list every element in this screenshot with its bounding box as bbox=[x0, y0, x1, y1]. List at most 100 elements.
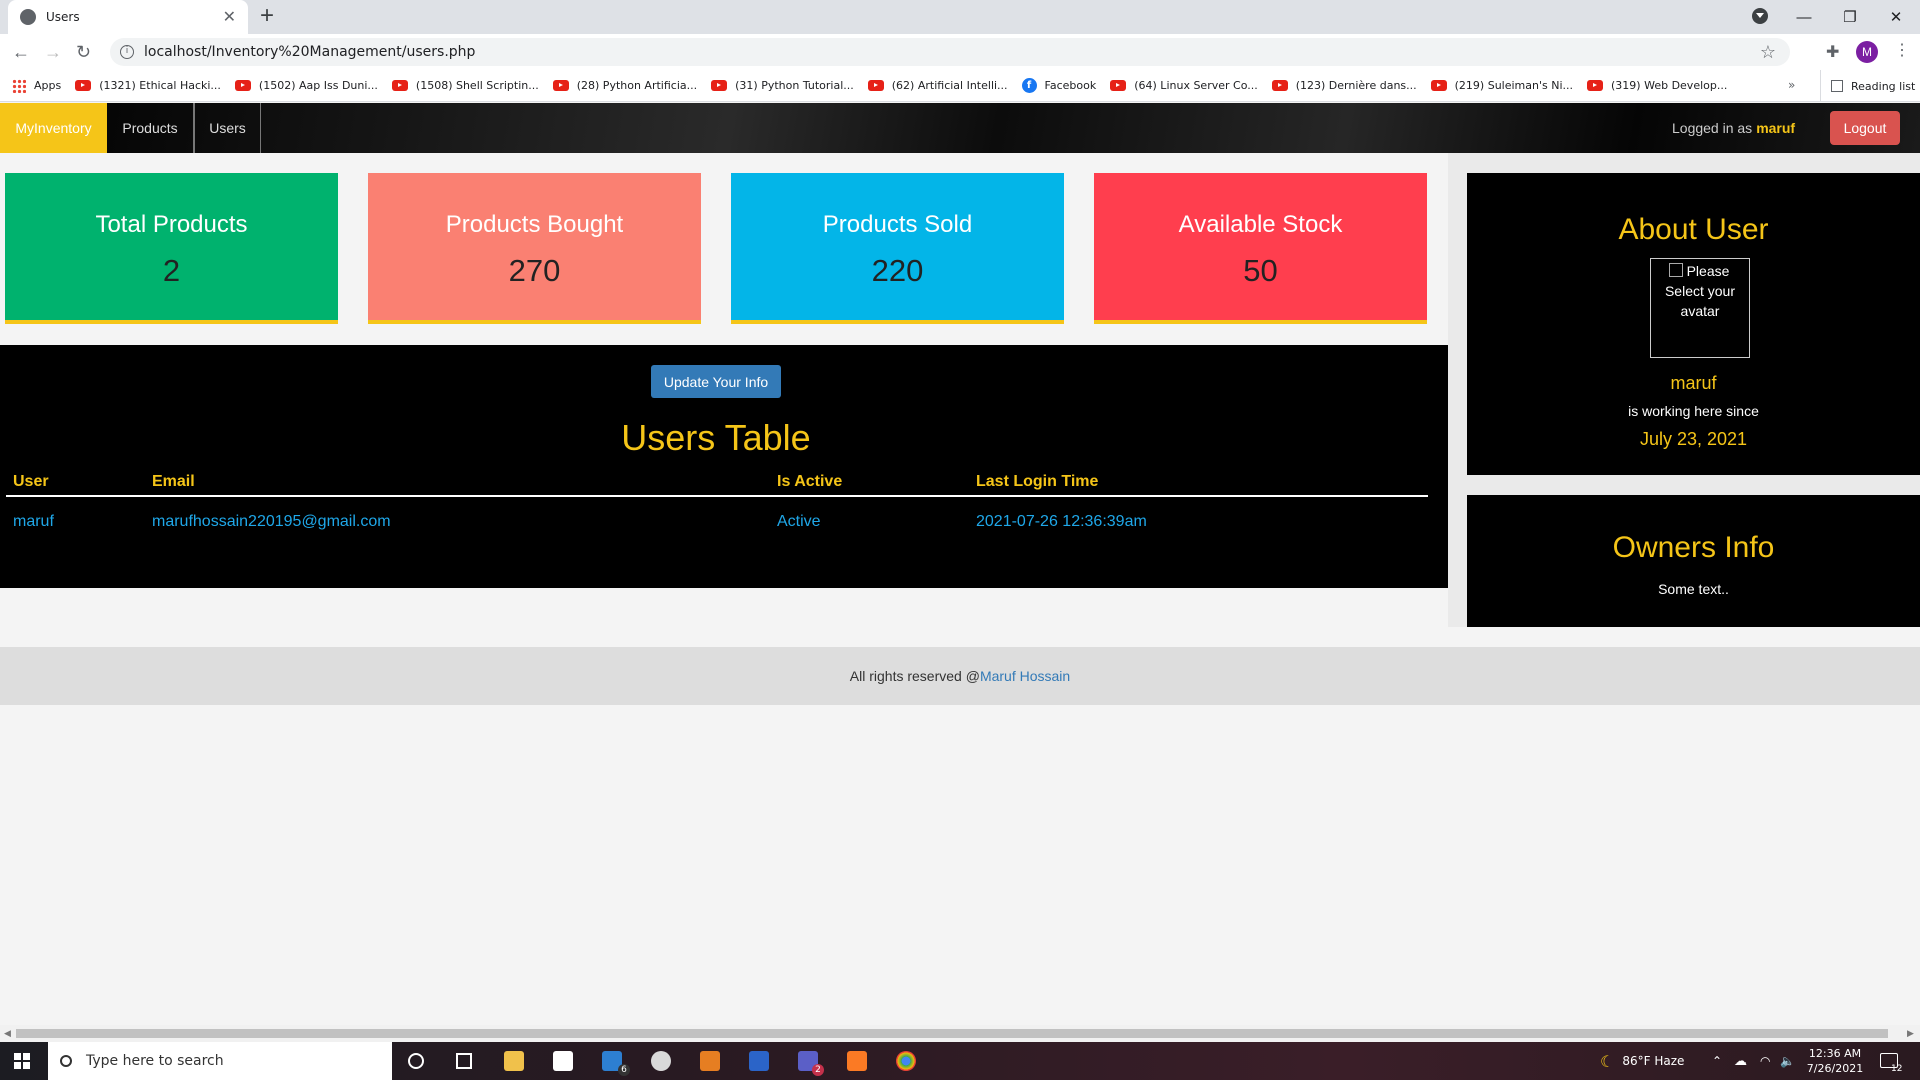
more-bookmarks-icon[interactable]: » bbox=[1788, 78, 1795, 92]
about-user-join-date: July 23, 2021 bbox=[1639, 429, 1748, 449]
avatar-image-placeholder: Please Select your avatar bbox=[1650, 258, 1750, 358]
windows-taskbar: Type here to search 6 2 ☾ 86°F Haze ⌃ ☁ … bbox=[0, 1042, 1920, 1080]
owners-info-panel: Owners Info Some text.. bbox=[1467, 495, 1920, 627]
bookmark-item[interactable]: (28) Python Artificia... bbox=[552, 79, 697, 92]
youtube-icon bbox=[867, 80, 884, 91]
youtube-icon bbox=[552, 80, 569, 91]
back-icon[interactable]: ← bbox=[12, 42, 30, 62]
footer-text: All rights reserved @ bbox=[849, 668, 980, 684]
bookmark-item[interactable]: (62) Artificial Intelli... bbox=[867, 79, 1008, 92]
column-header-user: User bbox=[13, 473, 49, 490]
taskbar-search[interactable]: Type here to search bbox=[48, 1042, 392, 1080]
file-explorer-icon[interactable] bbox=[504, 1051, 524, 1071]
scrollbar-thumb[interactable] bbox=[16, 1029, 1888, 1038]
broken-image-icon bbox=[1668, 263, 1683, 277]
nav-users-link[interactable]: Users bbox=[194, 103, 261, 153]
users-panel: Update Your Info Users Table User Email … bbox=[0, 345, 1448, 588]
scroll-right-icon[interactable]: ▶ bbox=[1907, 1028, 1914, 1039]
taskbar-clock[interactable]: 12:36 AM 7/26/2021 bbox=[1800, 1046, 1870, 1076]
store-icon[interactable] bbox=[553, 1051, 573, 1071]
url-text: localhost/Inventory%20Management/users.p… bbox=[144, 44, 476, 60]
bookmark-facebook[interactable]: f Facebook bbox=[1021, 78, 1096, 93]
cortana-icon[interactable] bbox=[408, 1053, 424, 1069]
clock-date: 7/26/2021 bbox=[1806, 1062, 1864, 1075]
xampp-icon[interactable] bbox=[847, 1051, 867, 1071]
reading-list-icon bbox=[1831, 80, 1843, 92]
bookmark-apps[interactable]: Apps bbox=[12, 78, 61, 93]
chrome-icon[interactable] bbox=[896, 1051, 916, 1071]
bookmark-item[interactable]: (1321) Ethical Hacki... bbox=[75, 79, 221, 92]
logged-in-status: Logged in as maruf bbox=[1672, 103, 1795, 153]
footer-author-link[interactable]: Maruf Hossain bbox=[980, 668, 1070, 684]
youtube-icon bbox=[1271, 80, 1288, 91]
browser-tab[interactable]: Users ✕ bbox=[8, 0, 248, 34]
close-tab-icon[interactable]: ✕ bbox=[223, 7, 236, 27]
users-table-title: Users Table bbox=[621, 417, 811, 458]
minimize-button[interactable]: — bbox=[1782, 0, 1826, 34]
youtube-icon bbox=[75, 80, 92, 91]
stat-card-products-bought: Products Bought 270 bbox=[368, 173, 701, 324]
site-info-icon[interactable]: i bbox=[120, 45, 134, 59]
apps-grid-icon bbox=[12, 78, 26, 93]
taskbar-search-placeholder: Type here to search bbox=[86, 1053, 224, 1069]
task-view-icon[interactable] bbox=[456, 1053, 472, 1069]
restore-button[interactable]: ❐ bbox=[1828, 0, 1872, 34]
stat-card-products-sold: Products Sold 220 bbox=[731, 173, 1064, 324]
reload-icon[interactable]: ↻ bbox=[76, 42, 91, 62]
logout-button[interactable]: Logout bbox=[1830, 111, 1900, 145]
browser-menu-icon[interactable]: ⋮ bbox=[1894, 40, 1910, 60]
volume-icon[interactable]: 🔈 bbox=[1780, 1042, 1795, 1080]
browser-toolbar: ← → ↻ i localhost/Inventory%20Management… bbox=[0, 34, 1920, 70]
tray-chevron-icon[interactable]: ⌃ bbox=[1712, 1042, 1722, 1080]
logged-in-username: maruf bbox=[1756, 120, 1796, 136]
youtube-icon bbox=[1587, 80, 1604, 91]
brand-link[interactable]: MyInventory bbox=[0, 103, 107, 153]
bookmark-item[interactable]: (319) Web Develop... bbox=[1587, 79, 1727, 92]
table-cell-last-login: 2021-07-26 12:36:39am bbox=[976, 513, 1147, 530]
youtube-icon bbox=[1430, 80, 1447, 91]
horizontal-scrollbar[interactable]: ◀ ▶ bbox=[0, 1025, 1920, 1042]
matlab-icon[interactable] bbox=[700, 1051, 720, 1071]
tab-search-icon[interactable] bbox=[1752, 8, 1768, 24]
globe-icon bbox=[20, 9, 36, 25]
forward-icon[interactable]: → bbox=[44, 42, 62, 62]
about-user-title: About User bbox=[1618, 213, 1769, 246]
owners-info-title: Owners Info bbox=[1612, 531, 1775, 564]
table-cell-user: maruf bbox=[13, 513, 54, 530]
extensions-icon[interactable]: ✚ bbox=[1826, 42, 1839, 62]
weather-widget[interactable]: ☾ 86°F Haze bbox=[1600, 1042, 1684, 1080]
scroll-left-icon[interactable]: ◀ bbox=[4, 1028, 11, 1039]
bookmark-item[interactable]: (123) Dernière dans... bbox=[1271, 79, 1417, 92]
word-icon[interactable] bbox=[749, 1051, 769, 1071]
new-tab-button[interactable]: + bbox=[260, 4, 274, 28]
owners-info-text: Some text.. bbox=[1658, 581, 1729, 597]
update-info-button[interactable]: Update Your Info bbox=[651, 365, 781, 398]
about-user-since-label: is working here since bbox=[1628, 403, 1759, 419]
bookmark-item[interactable]: (1508) Shell Scriptin... bbox=[391, 79, 539, 92]
bookmark-item[interactable]: (219) Suleiman's Ni... bbox=[1430, 79, 1573, 92]
bookmark-item[interactable]: (1502) Aap Iss Duni... bbox=[234, 79, 378, 92]
about-user-name: maruf bbox=[1670, 373, 1717, 393]
onedrive-icon[interactable]: ☁ bbox=[1734, 1042, 1747, 1080]
stat-card-available-stock: Available Stock 50 bbox=[1094, 173, 1427, 324]
teams-badge: 2 bbox=[812, 1064, 824, 1076]
profile-avatar[interactable]: M bbox=[1856, 41, 1878, 63]
nav-products-link[interactable]: Products bbox=[107, 103, 194, 153]
bookmark-item[interactable]: (31) Python Tutorial... bbox=[711, 79, 854, 92]
close-window-button[interactable]: ✕ bbox=[1874, 0, 1918, 34]
page-viewport: MyInventory Products Users Logged in as … bbox=[0, 103, 1920, 1025]
logged-in-label: Logged in as bbox=[1672, 120, 1753, 136]
stat-card-label: Products Bought bbox=[445, 211, 624, 238]
stat-card-value: 2 bbox=[162, 253, 181, 288]
wifi-icon[interactable]: ◠ bbox=[1760, 1042, 1770, 1080]
top-navbar: MyInventory Products Users Logged in as … bbox=[0, 103, 1920, 153]
column-header-email: Email bbox=[152, 473, 195, 490]
address-bar[interactable]: i localhost/Inventory%20Management/users… bbox=[110, 38, 1790, 66]
bookmark-item[interactable]: (64) Linux Server Co... bbox=[1110, 79, 1258, 92]
windows-start-icon[interactable] bbox=[14, 1053, 30, 1069]
bookmark-star-icon[interactable]: ☆ bbox=[1760, 42, 1776, 63]
stat-card-label: Products Sold bbox=[822, 211, 973, 238]
mail-badge: 6 bbox=[618, 1064, 630, 1076]
app-icon[interactable] bbox=[651, 1051, 671, 1071]
reading-list-button[interactable]: Reading list bbox=[1820, 70, 1915, 102]
